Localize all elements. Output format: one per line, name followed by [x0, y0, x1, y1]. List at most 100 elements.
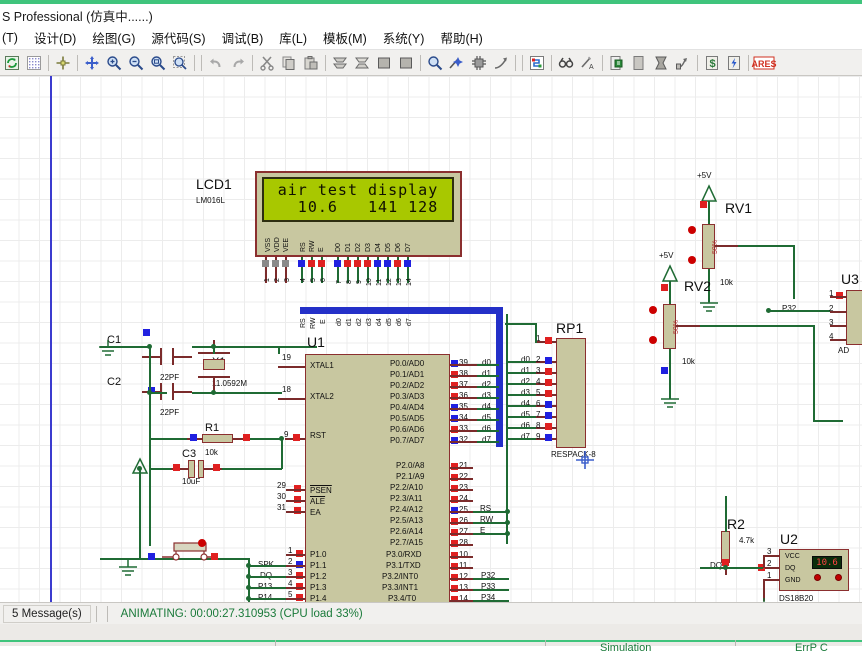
title-bar: S Professional (仿真中......)	[0, 4, 862, 26]
lcd-pinname-vee: VEE	[283, 237, 290, 252]
origin-icon[interactable]	[52, 52, 74, 74]
block-copy-icon[interactable]	[329, 52, 351, 74]
x1-crystal-body[interactable]	[203, 359, 225, 370]
new-sheet-icon[interactable]	[628, 52, 650, 74]
rv1-decrease-handle[interactable]	[688, 256, 696, 264]
zoom-sheet-icon[interactable]	[169, 52, 191, 74]
u1-pinlabel-p03: P0.3/AD3	[390, 392, 425, 401]
pick-device-icon[interactable]	[424, 52, 446, 74]
decompose-icon[interactable]	[490, 52, 512, 74]
rv1-increase-handle[interactable]	[688, 226, 696, 234]
toolbar-separator-2	[74, 54, 81, 72]
search-tag-icon[interactable]	[555, 52, 577, 74]
menu-item-sourcecode[interactable]: 源代码(S)	[151, 28, 205, 47]
menu-item-graph[interactable]: 绘图(G)	[92, 28, 135, 47]
lcd-data-bus-vertical	[496, 307, 503, 447]
lcd-pinname-d6: D6	[395, 243, 402, 252]
rp1-net-d2: d2	[521, 377, 530, 386]
lcd-screen: air test display 10.6 141 128	[262, 177, 454, 222]
u2-increase-temp-button[interactable]	[814, 574, 821, 581]
design-explorer-icon[interactable]	[606, 52, 628, 74]
power-label-5v-2: +5V	[659, 251, 674, 260]
property-assign-icon[interactable]: A	[577, 52, 599, 74]
rp1-net-d1: d1	[521, 366, 530, 375]
net-label-p32: P32	[782, 304, 797, 313]
toolbar-separator-6	[417, 54, 424, 72]
u1-pinnum-37: 37	[459, 380, 468, 389]
c1-value-label: 22PF	[160, 373, 180, 382]
lcd-pinname-vdd: VDD	[274, 237, 281, 252]
u1-pinnum-18: 18	[282, 385, 291, 394]
lcd-net-d0: d0	[336, 318, 343, 326]
lcd-net-d1: d1	[346, 318, 353, 326]
power-label-5v-1: +5V	[697, 171, 712, 180]
menu-item-debug[interactable]: 调试(B)	[222, 28, 264, 47]
ares-icon[interactable]: ARES	[751, 52, 777, 74]
menu-item-tools[interactable]: (T)	[2, 31, 18, 45]
u1-pinnum-19: 19	[282, 353, 291, 362]
menu-item-design[interactable]: 设计(D)	[34, 28, 76, 47]
rp1-net-d7: d7	[521, 432, 530, 441]
toolbar-separator-8	[548, 54, 555, 72]
menu-item-library[interactable]: 库(L)	[279, 28, 307, 47]
cut-icon[interactable]	[256, 52, 278, 74]
packaging-tool-icon[interactable]	[468, 52, 490, 74]
u3-adc-body[interactable]	[846, 290, 862, 345]
lcd-pinname-e: E	[318, 247, 325, 252]
u1-pinnum-21: 21	[459, 461, 468, 470]
block-rotate-icon[interactable]	[373, 52, 395, 74]
u1-pinlabel-p24: P2.4/A12	[390, 505, 423, 514]
rp1-body[interactable]	[556, 338, 586, 448]
lcd-pinnum-9: 9	[356, 280, 363, 284]
u1-pinnum-30: 30	[277, 492, 286, 501]
menu-item-help[interactable]: 帮助(H)	[440, 28, 482, 47]
lcd-pinname-d2: D2	[355, 243, 362, 252]
toolbar-separator-4	[249, 54, 256, 72]
exit-sheet-icon[interactable]	[672, 52, 694, 74]
refresh-icon[interactable]	[1, 52, 23, 74]
status-divider-2	[106, 605, 108, 622]
u1-pinlabel-p27: P2.7/A15	[390, 538, 423, 547]
u1-pinlabel-p30: P3.0/RXD	[386, 550, 422, 559]
lcd-pinname-d5: D5	[385, 243, 392, 252]
u1-pinlabel-p13: P1.3	[310, 583, 327, 592]
pan-icon[interactable]	[81, 52, 103, 74]
toolbar-separator-5	[322, 54, 329, 72]
u2-decrease-temp-button[interactable]	[835, 574, 842, 581]
bottom-label-error: ErrP C	[795, 642, 828, 654]
menu-item-system[interactable]: 系统(Y)	[383, 28, 425, 47]
zoom-area-icon[interactable]	[147, 52, 169, 74]
u1-p0net-d4: d4	[482, 402, 491, 411]
schematic-canvas[interactable]: LCD1 LM016L air test display 10.6 141 12…	[0, 76, 862, 602]
status-message-count[interactable]: 5 Message(s)	[3, 604, 91, 623]
rv2-decrease-handle[interactable]	[649, 336, 657, 344]
block-delete-icon[interactable]	[395, 52, 417, 74]
undo-icon[interactable]	[205, 52, 227, 74]
zoom-out-icon[interactable]	[125, 52, 147, 74]
lcd-net-d6: d6	[396, 318, 403, 326]
make-device-icon[interactable]	[446, 52, 468, 74]
u1-p0net-d1: d1	[482, 369, 491, 378]
paste-icon[interactable]	[300, 52, 322, 74]
lcd-data-bus-horizontal	[300, 307, 500, 314]
rp1-pinnum-3: 3	[536, 366, 541, 375]
r1-resistor-body[interactable]	[202, 434, 233, 443]
remove-sheet-icon[interactable]	[650, 52, 672, 74]
block-move-icon[interactable]	[351, 52, 373, 74]
u2-pinlabel-dq: DQ	[785, 565, 796, 572]
bill-of-materials-icon[interactable]: $	[701, 52, 723, 74]
lcd-line-2: 10.6 141 128	[277, 198, 439, 216]
c3-cap-plate-1[interactable]	[188, 460, 195, 478]
electrical-rules-icon[interactable]	[723, 52, 745, 74]
u1-pinlabel-p00: P0.0/AD0	[390, 359, 425, 368]
status-divider-1	[95, 605, 97, 622]
u1-pinlabel-p11: P1.1	[310, 561, 327, 570]
redo-icon[interactable]	[227, 52, 249, 74]
toggle-grid-icon[interactable]	[23, 52, 45, 74]
wire-autorouter-icon[interactable]	[526, 52, 548, 74]
copy-icon[interactable]	[278, 52, 300, 74]
zoom-in-icon[interactable]	[103, 52, 125, 74]
u1-pinnum-24: 24	[459, 494, 468, 503]
rv2-increase-handle[interactable]	[649, 306, 657, 314]
menu-item-template[interactable]: 模板(M)	[323, 28, 367, 47]
